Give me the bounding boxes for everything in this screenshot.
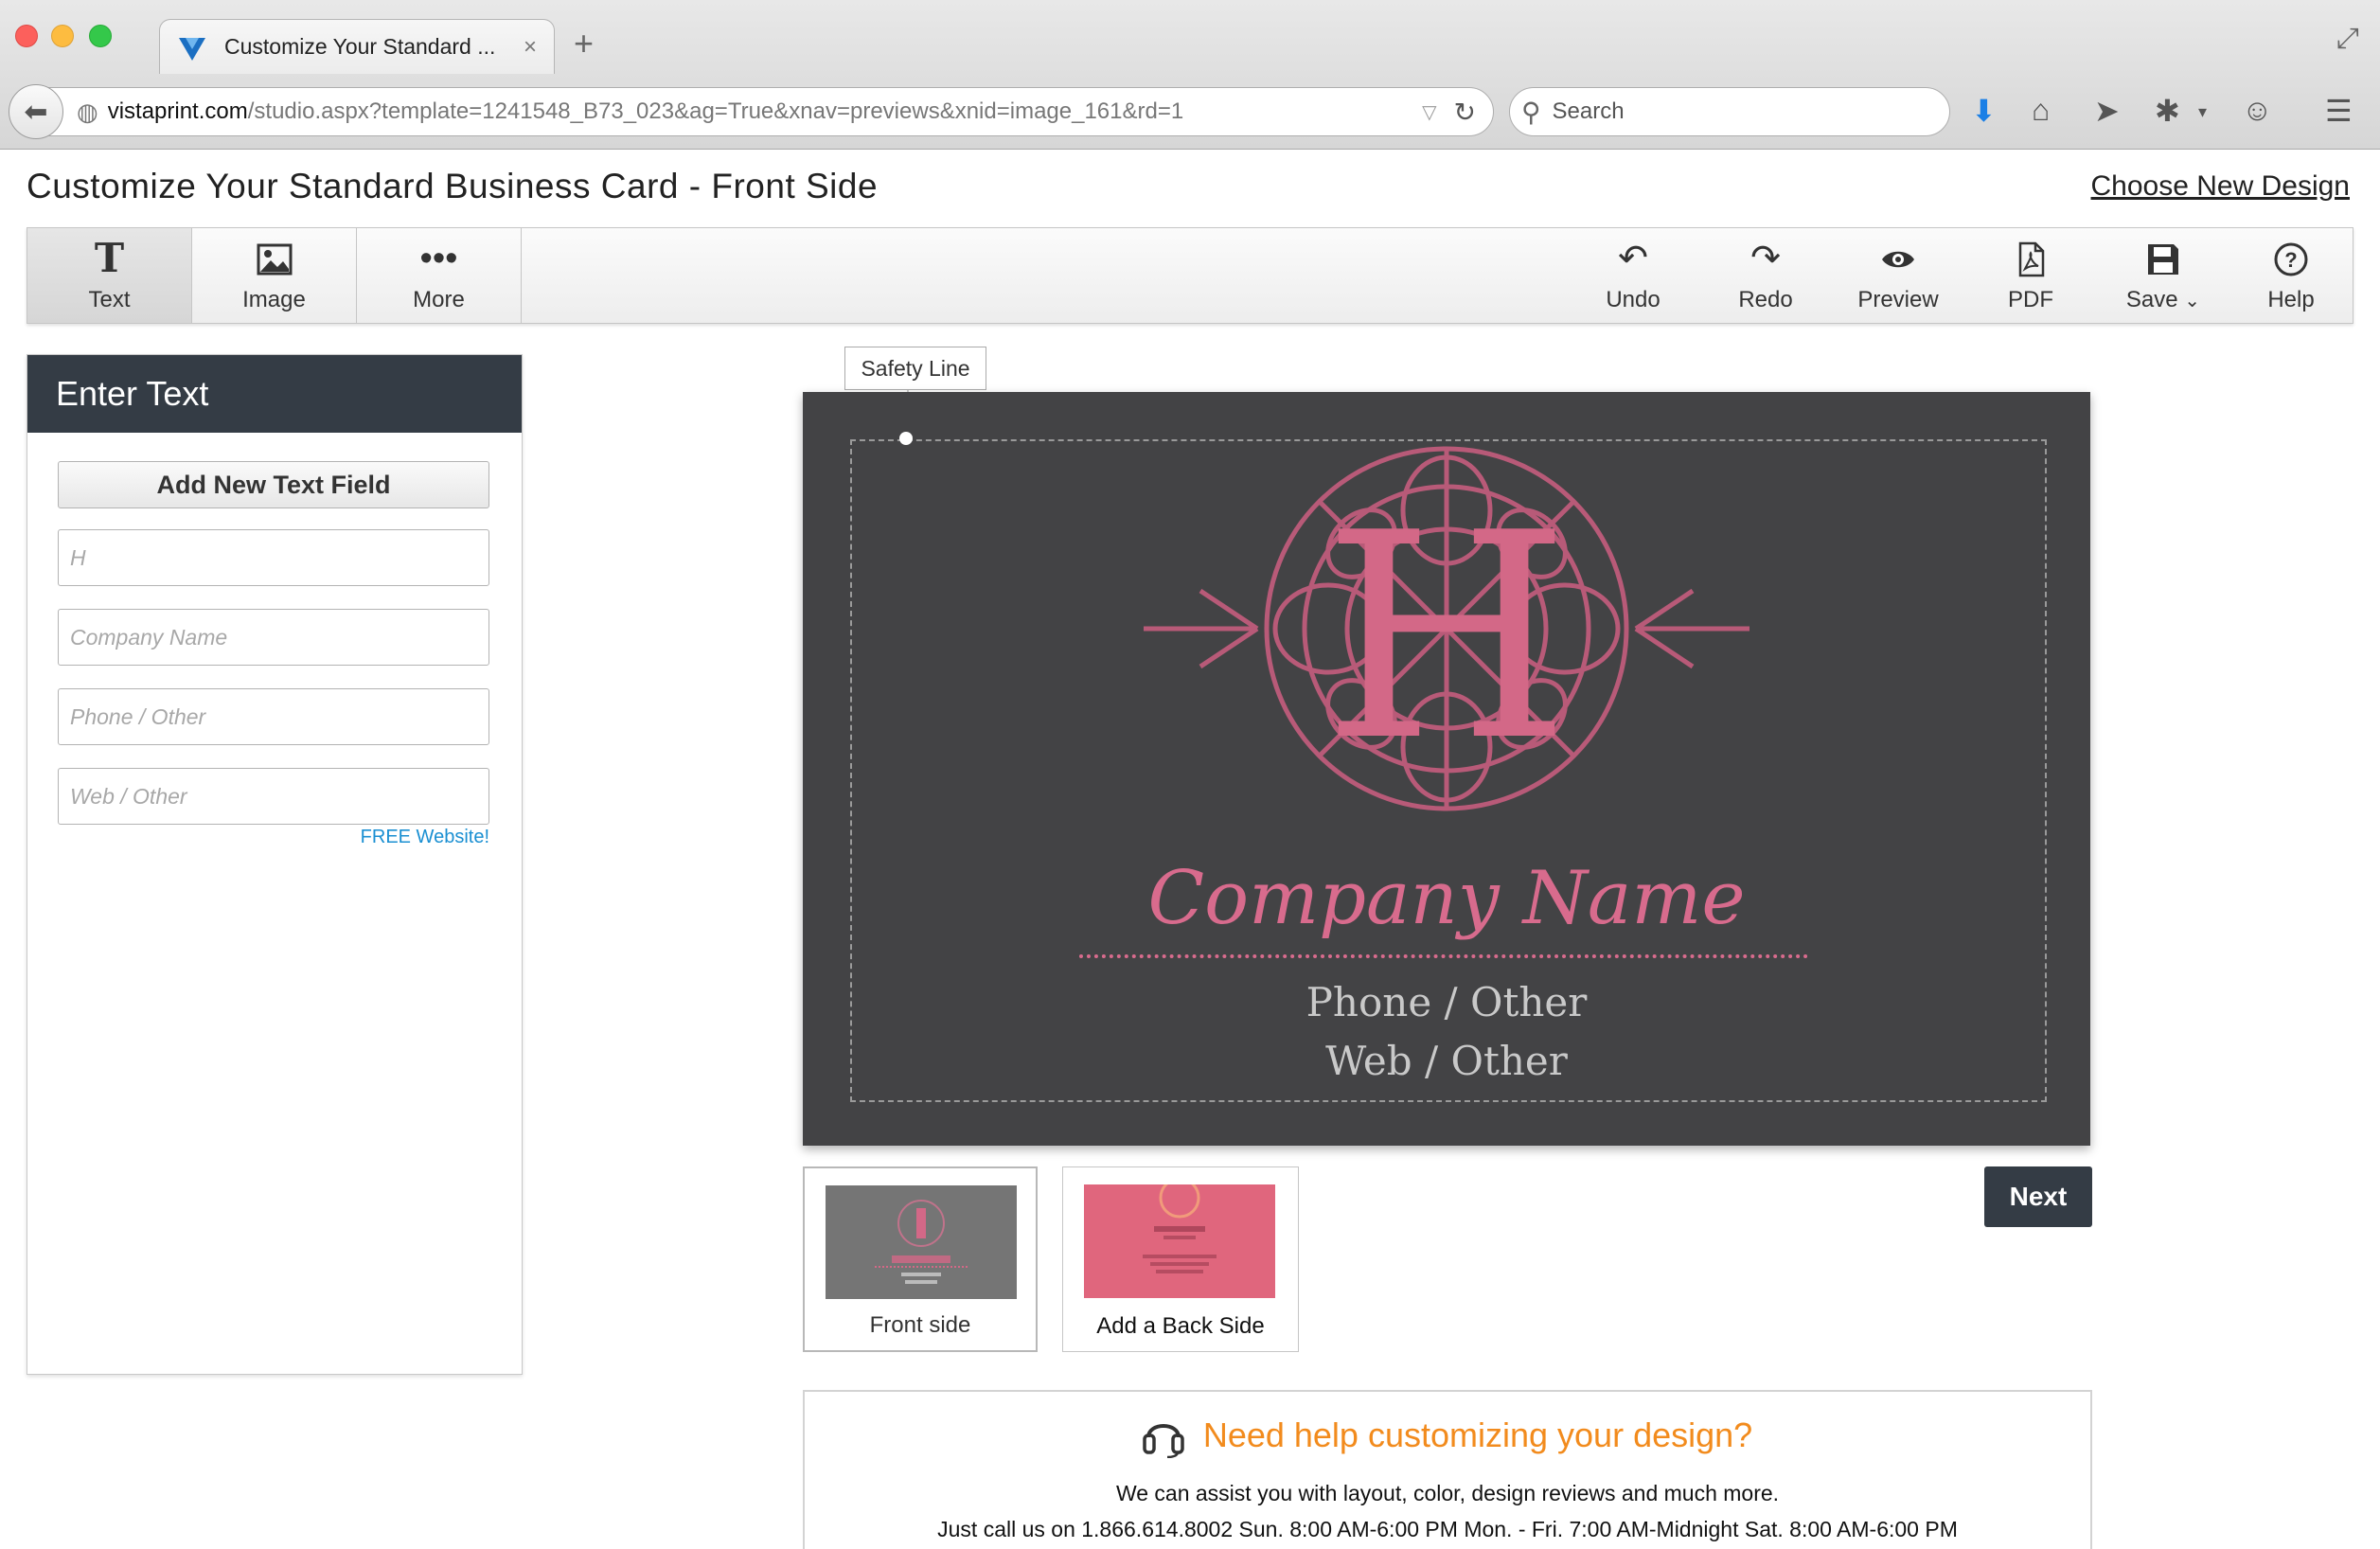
chevron-down-icon: ⌄ [2184, 291, 2201, 312]
address-bar[interactable]: ⬅ ◍ vistaprint.com/studio.aspx?template=… [9, 84, 1494, 139]
search-bar[interactable]: ⚲ [1509, 87, 1950, 136]
add-back-side-label: Add a Back Side [1096, 1313, 1265, 1339]
back-button[interactable]: ⬅ [9, 84, 63, 139]
search-input[interactable] [1552, 98, 1912, 125]
back-arrow-icon: ⬅ [24, 96, 48, 128]
card-web-text[interactable]: Web / Other [803, 1038, 2090, 1084]
globe-icon[interactable]: ◍ [77, 98, 98, 127]
add-back-side-thumbnail[interactable]: Add a Back Side [1062, 1166, 1299, 1352]
text-icon: T [94, 235, 125, 281]
close-window-button[interactable] [15, 25, 38, 47]
more-icon: ••• [419, 239, 458, 278]
help-label: Help [2267, 287, 2315, 312]
undo-button[interactable]: ↶ Undo [1567, 228, 1699, 323]
download-icon[interactable]: ⬇ [1971, 93, 1997, 129]
home-icon[interactable]: ⌂ [2032, 93, 2050, 128]
business-card-canvas[interactable]: H Company Name Phone / Other Web / Other [803, 392, 2090, 1146]
pdf-button[interactable]: PDF [1964, 228, 2097, 323]
editor-toolbar: T Text Image ••• More ↶ Undo ↷ Redo Prev… [27, 227, 2353, 324]
choose-new-design-link[interactable]: Choose New Design [2091, 170, 2350, 203]
redo-icon: ↷ [1750, 239, 1781, 278]
send-icon[interactable]: ➤ [2094, 93, 2120, 129]
hamburger-menu-icon[interactable]: ☰ [2325, 93, 2353, 129]
image-icon [257, 243, 292, 276]
preview-button[interactable]: Preview [1832, 228, 1964, 323]
help-description: We can assist you with layout, color, de… [1115, 1481, 1780, 1505]
svg-text:?: ? [2284, 248, 2297, 272]
eye-icon [1882, 251, 1914, 268]
card-monogram[interactable]: H [1305, 487, 1589, 790]
undo-icon: ↶ [1618, 239, 1648, 278]
image-tool-label: Image [242, 287, 306, 312]
pdf-label: PDF [2008, 287, 2053, 312]
tab-close-icon[interactable]: × [524, 34, 537, 61]
reload-icon[interactable]: ↻ [1454, 97, 1476, 128]
more-tool-button[interactable]: ••• More [357, 228, 522, 323]
undo-label: Undo [1606, 287, 1661, 312]
image-tool-button[interactable]: Image [192, 228, 357, 323]
url-path: /studio.aspx?template=1241548_B73_023&ag… [247, 98, 1184, 124]
front-side-label: Front side [869, 1312, 971, 1338]
url-text[interactable]: vistaprint.com/studio.aspx?template=1241… [108, 98, 1422, 125]
browser-tab[interactable]: Customize Your Standard ... × [159, 19, 555, 74]
help-title: Need help customizing your design? [1202, 1415, 1753, 1454]
text-tool-button[interactable]: T Text [27, 228, 192, 323]
pdf-icon [2018, 241, 2045, 277]
monogram-text-input[interactable] [58, 529, 489, 586]
free-website-link[interactable]: FREE Website! [361, 827, 489, 848]
next-button[interactable]: Next [1984, 1166, 2092, 1227]
vistaprint-favicon-icon [179, 37, 205, 61]
url-host: vistaprint.com [107, 98, 248, 124]
panel-header: Enter Text [27, 355, 522, 433]
tab-title: Customize Your Standard ... [224, 34, 496, 59]
addon-icon[interactable]: ✱ [2155, 93, 2180, 129]
company-name-input[interactable] [58, 609, 489, 666]
card-dotted-divider [1079, 954, 1808, 958]
page-title: Customize Your Standard Business Card - … [27, 167, 879, 205]
save-icon [2148, 244, 2178, 275]
card-company-name[interactable]: Company Name [803, 856, 2090, 941]
chat-icon[interactable]: ☺ [2242, 93, 2273, 128]
help-button[interactable]: ? Help [2229, 228, 2353, 323]
phone-input[interactable] [58, 688, 489, 745]
safety-line-handle [899, 432, 913, 445]
redo-button[interactable]: ↷ Redo [1699, 228, 1832, 323]
redo-label: Redo [1738, 287, 1793, 312]
text-tool-label: Text [88, 287, 131, 312]
help-icon: ? [2274, 242, 2308, 276]
browser-chrome: Customize Your Standard ... × + ⤢ ⬅ ◍ vi… [0, 0, 2380, 150]
front-side-thumbnail[interactable]: Front side [803, 1166, 1038, 1352]
fullscreen-icon[interactable]: ⤢ [2336, 23, 2359, 55]
front-side-preview-image [826, 1185, 1017, 1299]
url-dropdown-icon[interactable]: ▽ [1422, 100, 1436, 124]
enter-text-panel: Enter Text Add New Text Field FREE Websi… [27, 354, 523, 1375]
preview-label: Preview [1857, 287, 1939, 312]
search-icon: ⚲ [1521, 97, 1541, 127]
save-label: Save [2125, 287, 2178, 312]
web-input[interactable] [58, 768, 489, 825]
help-box: Need help customizing your design? We ca… [803, 1390, 2092, 1549]
more-tool-label: More [413, 287, 465, 312]
card-phone-text[interactable]: Phone / Other [803, 979, 2090, 1025]
add-new-text-field-button[interactable]: Add New Text Field [58, 461, 489, 508]
minimize-window-button[interactable] [51, 25, 74, 47]
safety-line-tooltip: Safety Line [844, 347, 986, 390]
zoom-window-button[interactable] [89, 25, 112, 47]
help-phone-hours: Just call us on 1.866.614.8002 Sun. 8:00… [937, 1517, 1958, 1541]
new-tab-button[interactable]: + [574, 25, 594, 62]
headset-icon [1143, 1424, 1184, 1458]
back-side-preview-image [1084, 1184, 1275, 1298]
save-button[interactable]: Save ⌄ [2097, 228, 2229, 323]
chevron-down-icon[interactable]: ▾ [2198, 102, 2207, 122]
